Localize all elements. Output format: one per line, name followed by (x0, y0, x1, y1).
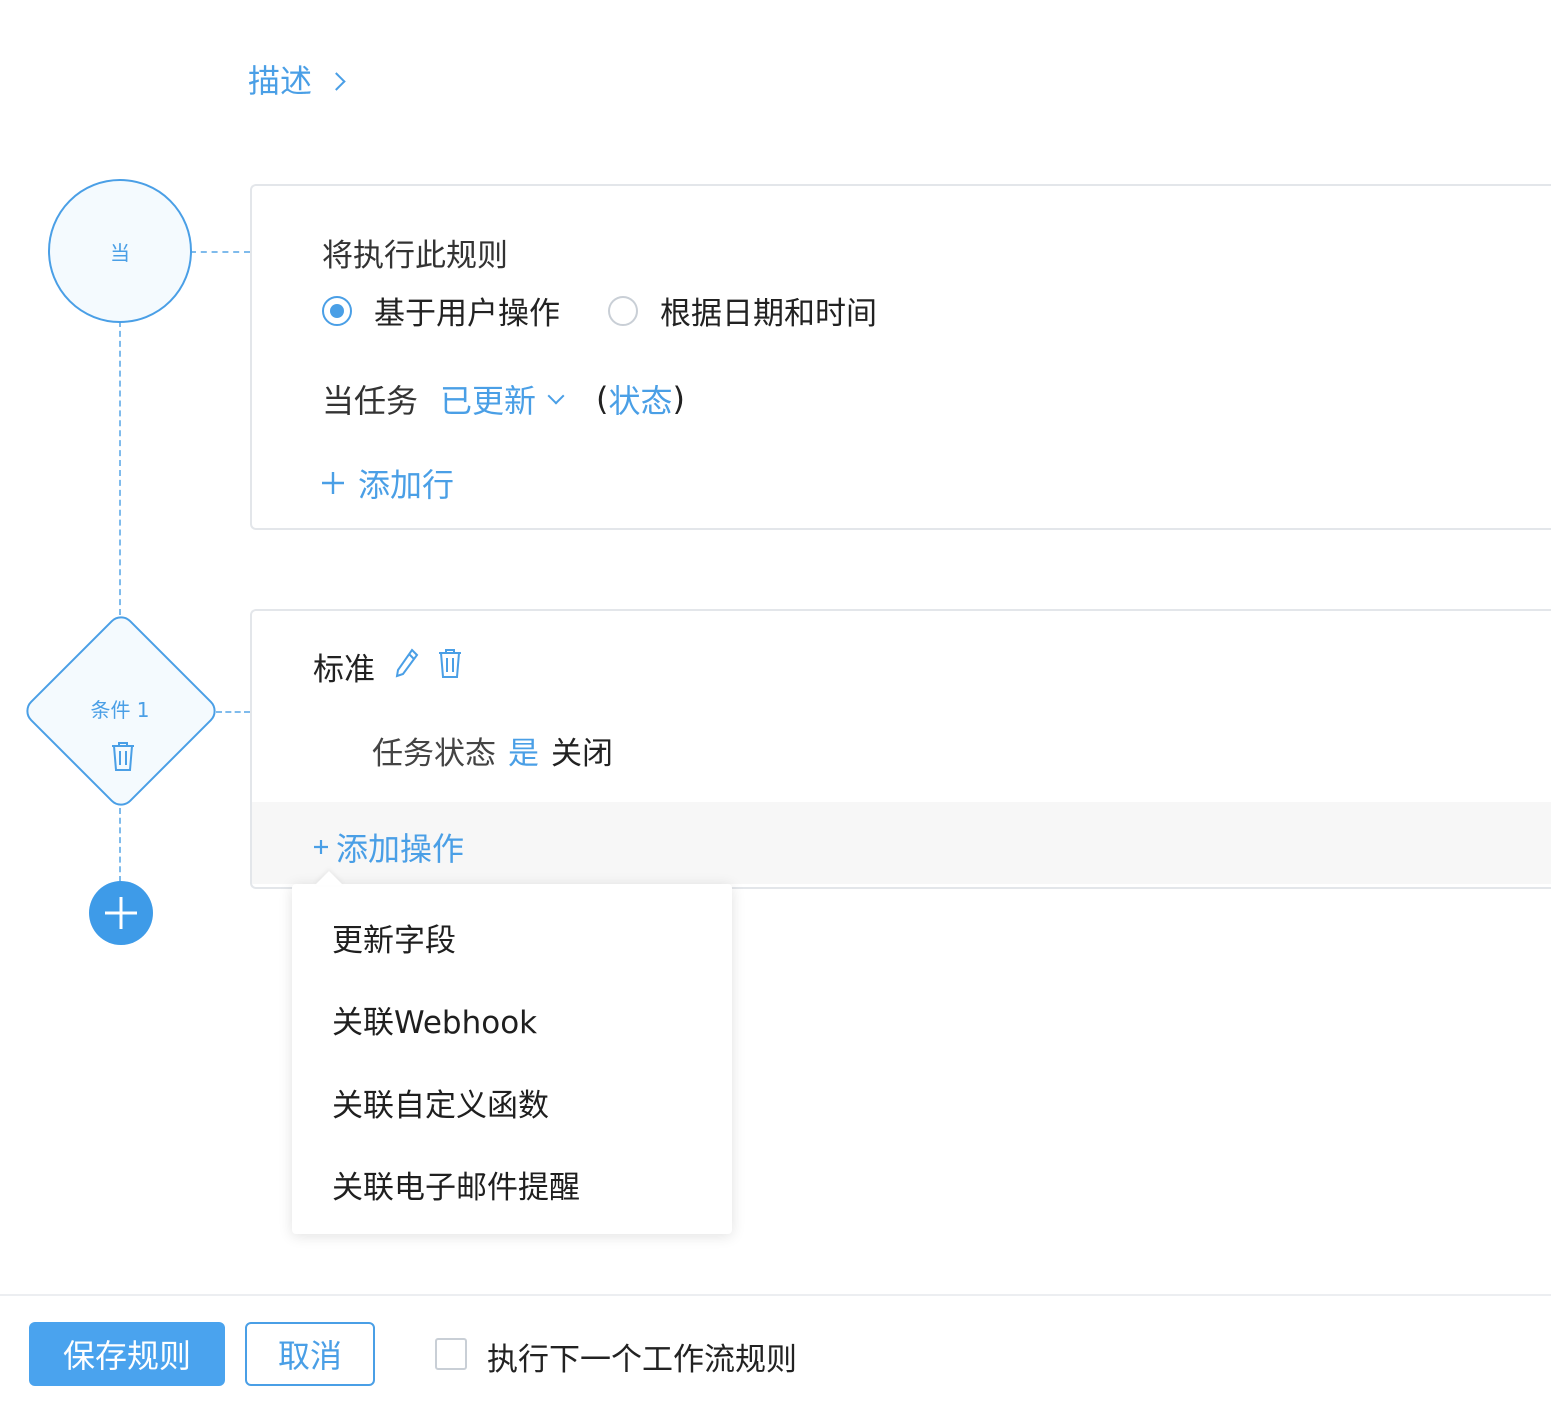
plus-icon (314, 840, 328, 854)
chevron-right-icon (327, 71, 346, 91)
condition-node-label: 条件 1 (90, 698, 150, 722)
condition-operator: 是 (508, 736, 539, 772)
connector-when-condition (119, 321, 121, 615)
when-node[interactable]: 当 (48, 179, 192, 323)
footer-divider (0, 1294, 1551, 1296)
action-menu: 更新字段 关联Webhook 关联自定义函数 关联电子邮件提醒 (292, 884, 732, 1234)
radio-label: 基于用户操作 (374, 296, 560, 332)
add-step-button[interactable] (89, 881, 153, 945)
add-action-link[interactable]: 添加操作 (312, 824, 464, 870)
radio-option-date-time[interactable]: 根据日期和时间 (608, 288, 877, 333)
pencil-icon[interactable] (394, 647, 420, 683)
radio-selected-icon[interactable] (322, 295, 352, 326)
description-label: 描述 (248, 62, 313, 100)
plus-icon (322, 472, 344, 494)
event-dropdown[interactable]: 已更新 (440, 376, 565, 422)
menu-item-update-field[interactable]: 更新字段 (332, 915, 456, 960)
connector-condition-card (216, 711, 250, 713)
field-link[interactable]: 状态 (609, 376, 673, 422)
add-row-link[interactable]: 添加行 (320, 460, 454, 506)
event-value: 已更新 (440, 382, 537, 420)
radio-label: 根据日期和时间 (660, 296, 877, 332)
when-node-label: 当 (110, 240, 130, 265)
condition-value: 关闭 (551, 736, 613, 772)
checkbox-label: 执行下一个工作流规则 (487, 1342, 797, 1378)
condition-row: 任务状态 是 关闭 (372, 728, 613, 773)
radio-unselected-icon[interactable] (608, 295, 638, 326)
trash-icon[interactable] (437, 647, 463, 683)
paren-close: ) (672, 380, 686, 418)
radio-option-user-action[interactable]: 基于用户操作 (322, 288, 560, 333)
add-action-label: 添加操作 (336, 830, 465, 868)
menu-item-webhook[interactable]: 关联Webhook (332, 997, 537, 1042)
connector-condition-add (119, 808, 121, 882)
trigger-title: 将执行此规则 (322, 238, 508, 274)
save-rule-button[interactable]: 保存规则 (29, 1322, 225, 1386)
chevron-down-icon (547, 387, 565, 405)
connector-when-card (190, 251, 250, 253)
condition-field: 任务状态 (372, 736, 496, 772)
paren-open: ( (596, 380, 609, 418)
when-task-label: 当任务 (322, 382, 419, 420)
menu-caret (315, 871, 343, 885)
add-row-label: 添加行 (358, 466, 455, 504)
menu-item-custom-function[interactable]: 关联自定义函数 (332, 1080, 549, 1125)
description-link[interactable]: 描述 (248, 56, 346, 102)
execute-next-rule-checkbox[interactable] (435, 1338, 467, 1370)
criteria-title: 标准 (313, 652, 375, 688)
when-task-row: 当任务 已更新 ( 状态 ) (322, 376, 685, 422)
cancel-button[interactable]: 取消 (245, 1322, 375, 1386)
menu-item-email-alert[interactable]: 关联电子邮件提醒 (332, 1162, 580, 1207)
trash-icon[interactable] (110, 740, 136, 776)
